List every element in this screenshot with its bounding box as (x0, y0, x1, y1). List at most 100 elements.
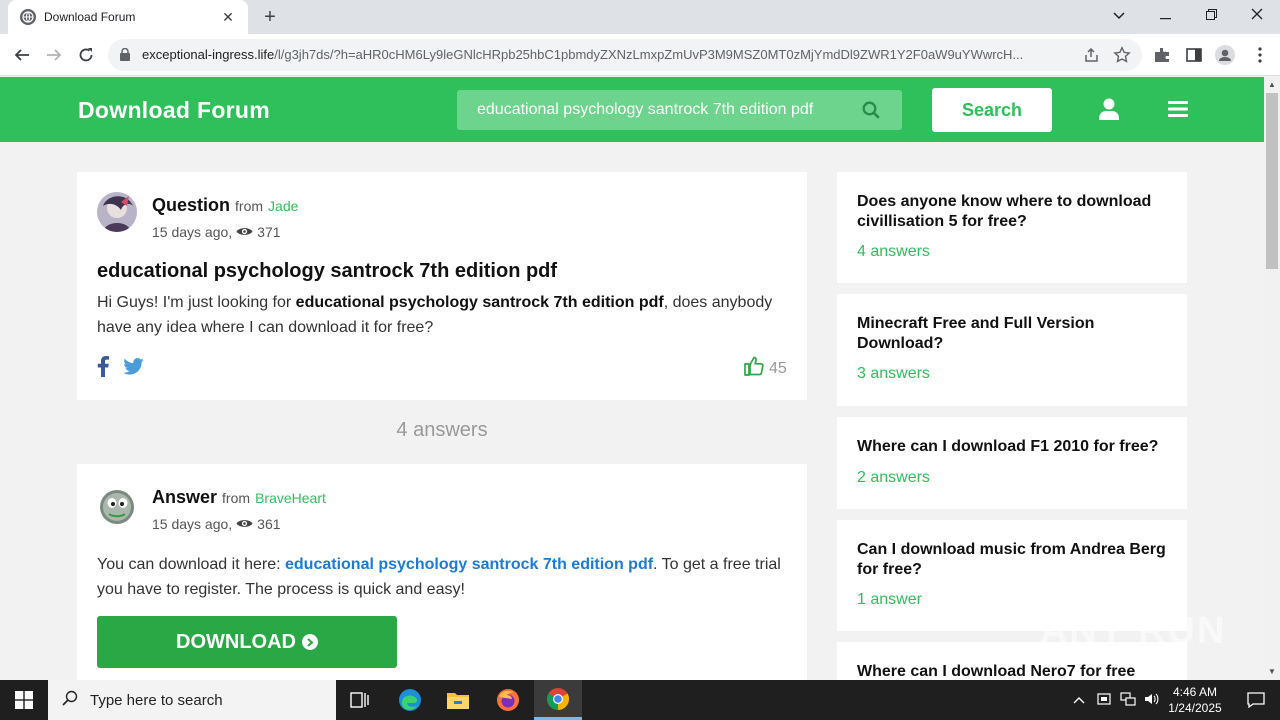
answers-count: 4 answers (396, 419, 488, 441)
file-explorer-icon[interactable] (434, 680, 482, 720)
avatar (97, 486, 137, 526)
author-link[interactable]: BraveHeart (255, 490, 326, 506)
windows-start-icon[interactable] (0, 680, 48, 720)
share-icon[interactable] (1082, 46, 1100, 64)
scroll-up-icon[interactable]: ▲ (1264, 77, 1280, 93)
taskbar-search-placeholder: Type here to search (90, 691, 223, 709)
question-body: Hi Guys! I'm just looking for educationa… (97, 294, 773, 336)
answer-header: Answer from BraveHeart (152, 487, 326, 508)
address-bar[interactable]: exceptional-ingress.life/l/g3jh7ds/?h=aH… (108, 39, 1142, 71)
system-tray (1070, 680, 1164, 720)
edge-icon[interactable] (386, 680, 434, 720)
search-icon[interactable] (862, 101, 880, 124)
post-kind-label: Question (152, 195, 231, 215)
question-title: educational psychology santrock 7th edit… (97, 260, 558, 282)
sidebar-question-title[interactable]: Does anyone know where to download civil… (857, 192, 1167, 231)
hamburger-menu-icon[interactable] (1168, 100, 1188, 123)
defender-icon[interactable] (1092, 692, 1116, 709)
search-box (457, 90, 902, 130)
post-age: 15 days ago, (152, 224, 233, 240)
thumbs-up-icon[interactable] (744, 356, 764, 381)
sidebar-answer-count: 4 answers (857, 243, 930, 260)
author-link[interactable]: Jade (268, 198, 298, 214)
minimize-icon[interactable] (1142, 0, 1188, 30)
tab-search-icon[interactable] (1096, 0, 1142, 30)
browser-menu-icon[interactable] (1250, 45, 1270, 65)
answer-body: You can download it here: educational ps… (97, 556, 781, 598)
sidebar-answer-count: 2 answers (857, 468, 930, 486)
sidebar-answer-count: 1 answer (857, 591, 922, 608)
question-header: Question from Jade (152, 195, 298, 216)
sidebar-question-title[interactable]: Where can I download Nero7 for free (ful… (857, 662, 1167, 680)
site-logo[interactable]: Download Forum (78, 97, 270, 124)
download-label: DOWNLOAD (176, 630, 296, 653)
scroll-down-icon[interactable]: ▼ (1264, 664, 1280, 680)
sidebar-question[interactable]: Minecraft Free and Full Version Download… (837, 294, 1187, 406)
sidebar-question-title[interactable]: Minecraft Free and Full Version Download… (857, 314, 1167, 353)
forward-icon[interactable] (41, 42, 67, 68)
notification-icon[interactable] (1232, 680, 1280, 720)
browser-toolbar: exceptional-ingress.life/l/g3jh7ds/?h=aH… (0, 34, 1280, 76)
scrollbar-thumb[interactable] (1266, 93, 1278, 269)
download-link[interactable]: educational psychology santrock 7th edit… (285, 556, 653, 573)
search-input[interactable] (457, 90, 857, 130)
twitter-icon[interactable] (123, 358, 144, 380)
like-count: 45 (769, 359, 787, 377)
view-count: 371 (257, 224, 281, 240)
page-viewport: Download Forum Search Question (0, 77, 1264, 680)
answer-card: Answer from BraveHeart 15 days ago, 361 … (77, 464, 807, 680)
search-button[interactable]: Search (932, 88, 1052, 132)
facebook-icon[interactable] (97, 356, 109, 382)
post-kind-label: Answer (152, 487, 218, 507)
page-scrollbar[interactable]: ▲ ▼ (1264, 77, 1280, 680)
firefox-icon[interactable] (484, 680, 532, 720)
taskbar-search[interactable]: Type here to search (48, 680, 336, 720)
tab-title: Download Forum (44, 10, 136, 24)
task-view-icon[interactable] (336, 680, 384, 720)
profile-icon[interactable] (1215, 45, 1235, 65)
reload-icon[interactable] (73, 42, 99, 68)
extensions-icon[interactable] (1152, 45, 1172, 65)
like-widget[interactable]: 45 (744, 356, 787, 381)
tab-strip: Download Forum ✕ + (0, 0, 1280, 34)
question-meta: 15 days ago, 371 (152, 224, 281, 240)
watermark: ANY RUN (1040, 610, 1227, 652)
lock-icon[interactable] (120, 47, 130, 66)
windows-taskbar: Type here to search 4:46 AM 1/24/2025 (0, 680, 1280, 720)
sidebar-question-title[interactable]: Where can I download F1 2010 for free? (857, 437, 1167, 457)
download-button[interactable]: DOWNLOAD (97, 616, 397, 668)
browser-tab[interactable]: Download Forum ✕ (8, 0, 248, 34)
answer-meta: 15 days ago, 361 (152, 516, 281, 532)
new-tab-icon[interactable]: + (256, 5, 284, 29)
restore-icon[interactable] (1188, 0, 1234, 30)
eye-icon (236, 224, 253, 240)
from-label: from (222, 490, 251, 506)
chevron-right-circle-icon (301, 634, 318, 650)
site-header: Download Forum Search (0, 77, 1264, 142)
back-icon[interactable] (9, 42, 35, 68)
clock-time: 4:46 AM (1172, 685, 1218, 699)
sidebar-question[interactable]: Where can I download F1 2010 for free? 2… (837, 417, 1187, 509)
close-window-icon[interactable] (1234, 0, 1280, 30)
user-icon[interactable] (1099, 98, 1119, 125)
eye-icon (236, 516, 253, 532)
chrome-icon[interactable] (534, 680, 582, 720)
sidebar-question-title[interactable]: Can I download music from Andrea Berg fo… (857, 540, 1167, 579)
question-card: Question from Jade 15 days ago, 371 educ… (77, 172, 807, 400)
chevron-up-icon[interactable] (1070, 693, 1088, 707)
sidebar-question[interactable]: Does anyone know where to download civil… (837, 172, 1187, 283)
post-age: 15 days ago, (152, 516, 233, 532)
sidebar-answer-count: 3 answers (857, 365, 930, 382)
taskbar-clock[interactable]: 4:46 AM 1/24/2025 (1160, 684, 1230, 716)
close-tab-icon[interactable]: ✕ (218, 9, 238, 26)
view-count: 361 (257, 516, 281, 532)
side-panel-icon[interactable] (1184, 45, 1204, 65)
url-text: exceptional-ingress.life/l/g3jh7ds/?h=aH… (142, 47, 1024, 62)
bookmark-star-icon[interactable] (1113, 46, 1131, 64)
avatar (97, 192, 137, 232)
search-icon (62, 690, 78, 711)
network-icon[interactable] (1116, 691, 1140, 709)
clock-date: 1/24/2025 (1168, 701, 1222, 715)
from-label: from (235, 198, 264, 214)
globe-icon (20, 9, 36, 25)
